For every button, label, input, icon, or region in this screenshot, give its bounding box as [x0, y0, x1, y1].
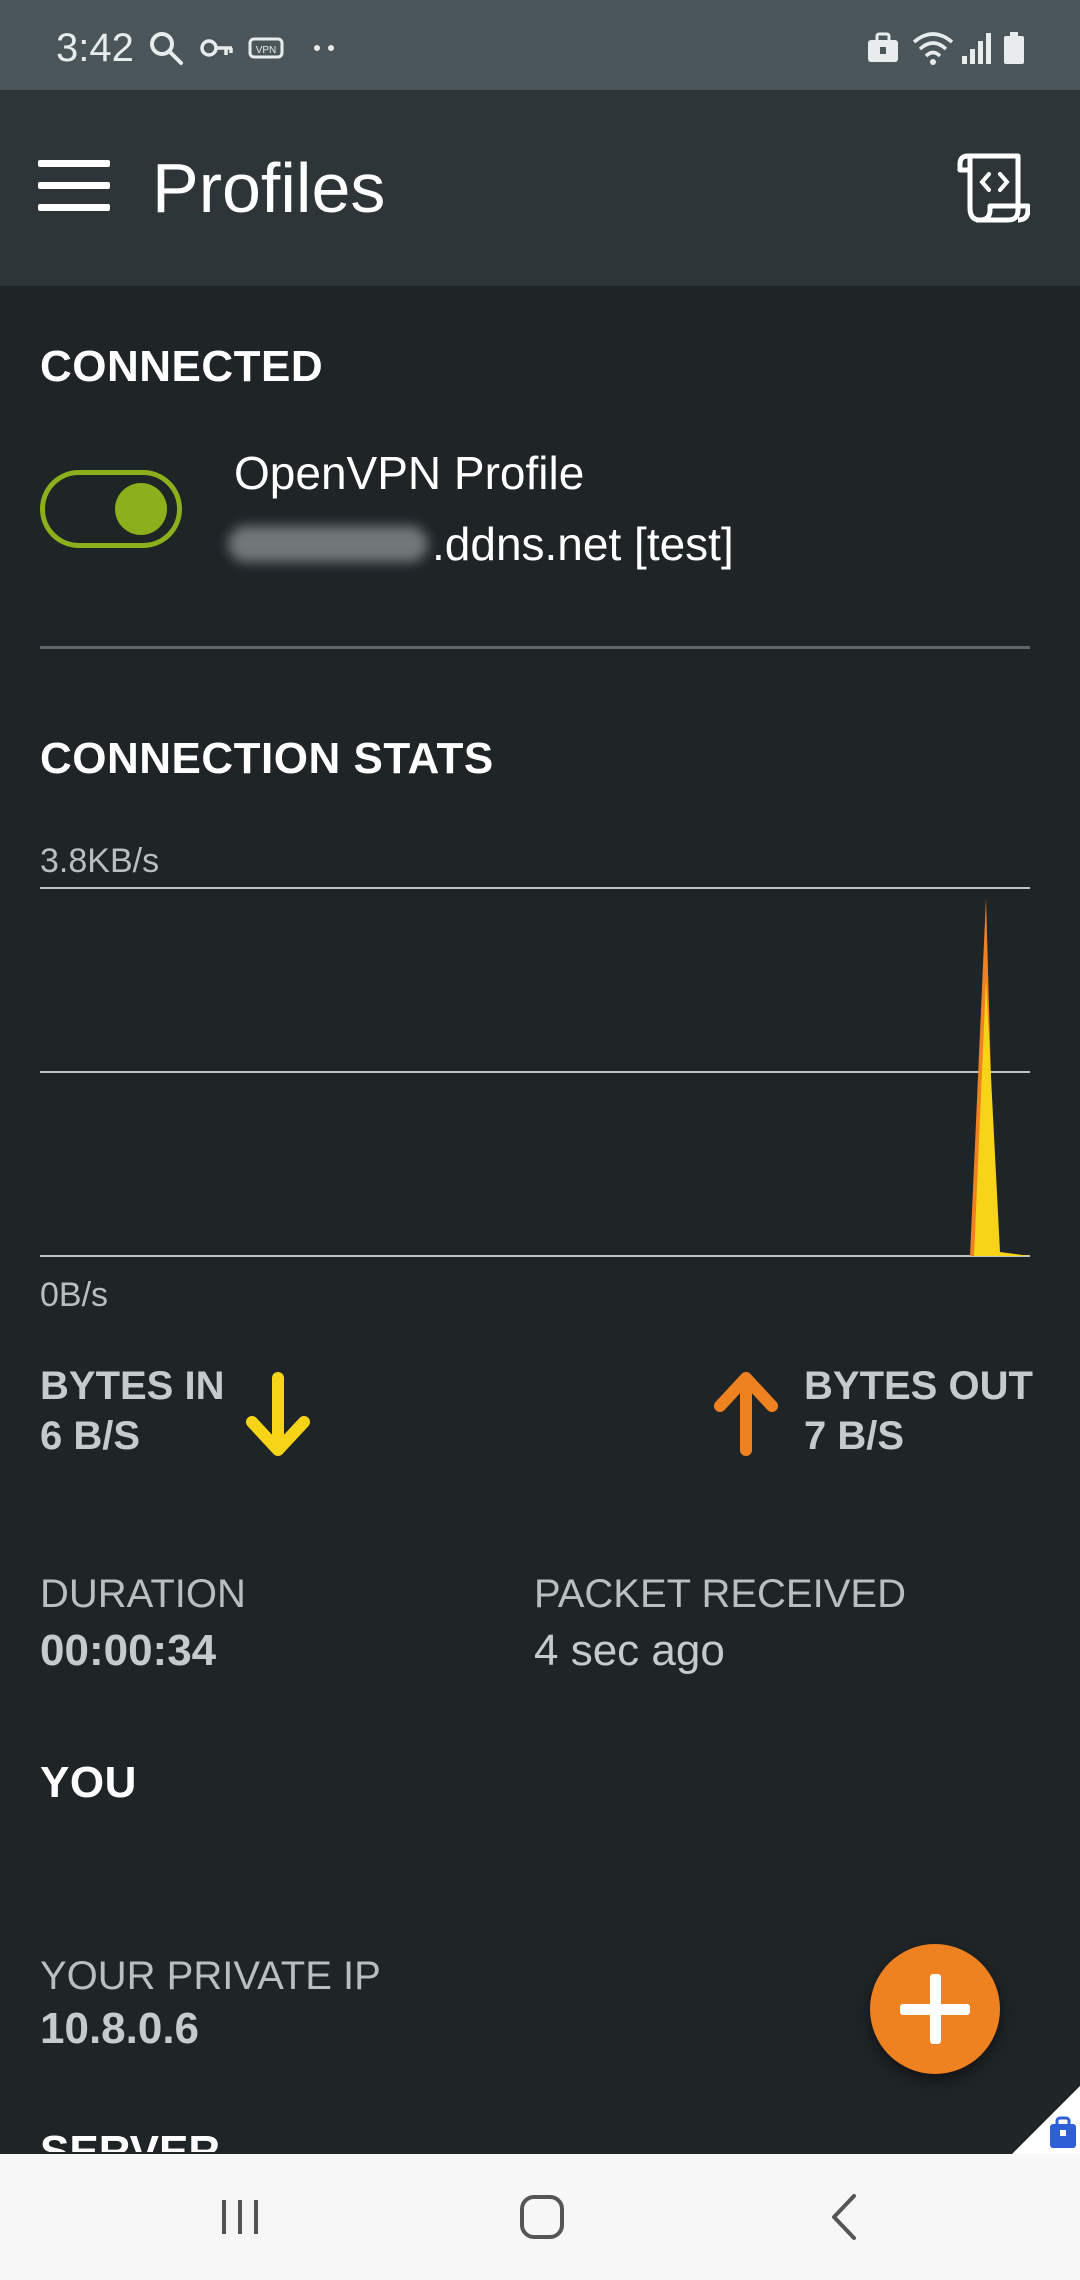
bytes-out-value: 7 B/S [804, 1414, 905, 1458]
status-time: 3:42 [56, 26, 134, 70]
private-ip-label: YOUR PRIVATE IP [40, 1954, 381, 1998]
profile-connect-toggle[interactable] [40, 470, 182, 548]
secure-folder-badge-icon [1012, 2086, 1080, 2154]
system-nav-bar [0, 2154, 1080, 2280]
svg-text:VPN: VPN [256, 45, 277, 56]
duration-value: 00:00:34 [40, 1626, 217, 1675]
profile-host[interactable]: .ddns.net [test] [228, 514, 734, 574]
log-scroll-icon[interactable] [956, 152, 1030, 224]
more-dots-icon [314, 45, 334, 51]
key-icon [200, 39, 233, 57]
profile-name[interactable]: OpenVPN Profile [234, 446, 584, 500]
app-bar: Profiles [0, 90, 1080, 286]
home-icon[interactable] [502, 2180, 582, 2254]
recent-apps-icon[interactable] [200, 2180, 280, 2254]
wifi-icon [912, 32, 954, 65]
arrow-down-icon [246, 1372, 310, 1456]
packet-received-value: 4 sec ago [534, 1626, 725, 1675]
arrow-up-icon [714, 1372, 778, 1456]
private-ip-value: 10.8.0.6 [40, 2004, 200, 2053]
redacted-hostname [228, 526, 428, 562]
page-title: Profiles [152, 149, 386, 227]
signal-icon [962, 33, 991, 64]
bytes-out-label: BYTES OUT [804, 1364, 1033, 1408]
back-icon[interactable] [804, 2180, 884, 2254]
duration-label: DURATION [40, 1572, 246, 1616]
chart-min-label: 0B/s [40, 1276, 109, 1314]
hamburger-menu-icon[interactable] [38, 160, 110, 214]
search-icon [150, 32, 183, 65]
divider [40, 646, 1030, 649]
vpn-icon: VPN [248, 37, 284, 59]
connection-stats-title: CONNECTION STATS [40, 734, 494, 783]
bytes-in-value: 6 B/S [40, 1414, 141, 1458]
traffic-chart [40, 887, 1030, 1257]
packet-received-label: PACKET RECEIVED [534, 1572, 906, 1616]
toggle-knob [115, 483, 167, 535]
profile-host-text: .ddns.net [test] [432, 518, 734, 570]
you-section-title: YOU [40, 1758, 137, 1807]
battery-icon [1004, 32, 1024, 64]
bytes-in-label: BYTES IN [40, 1364, 225, 1408]
work-profile-icon [868, 32, 898, 62]
server-section-title: SERVER [40, 2130, 220, 2152]
add-profile-button[interactable] [870, 1944, 1000, 2074]
connected-section-title: CONNECTED [40, 342, 324, 391]
status-bar: 3:42 VPN [0, 0, 1080, 90]
chart-max-label: 3.8KB/s [40, 842, 160, 880]
